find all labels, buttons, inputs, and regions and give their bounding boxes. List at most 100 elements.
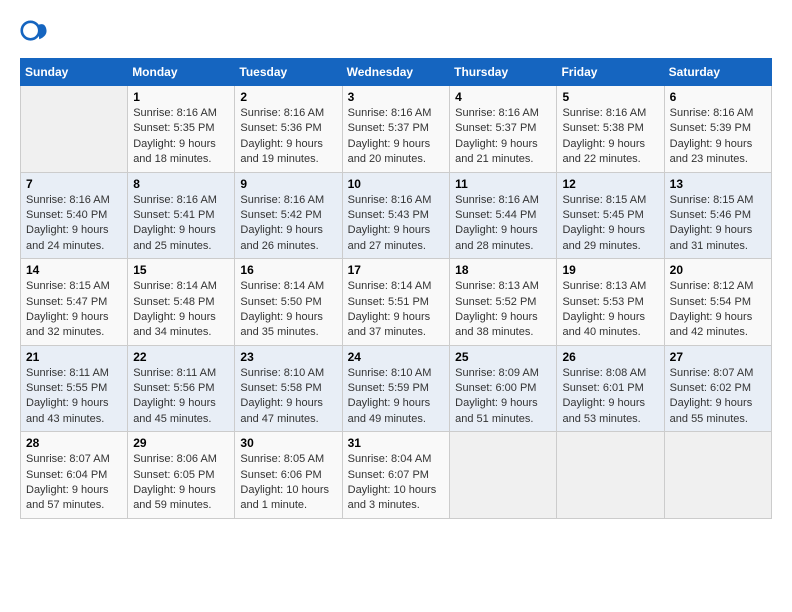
- calendar-cell: 19 Sunrise: 8:13 AMSunset: 5:53 PMDayligh…: [557, 259, 664, 346]
- weekday-header: Friday: [557, 59, 664, 86]
- day-info: Sunrise: 8:16 AMSunset: 5:38 PMDaylight:…: [562, 106, 658, 168]
- calendar-cell: 28 Sunrise: 8:07 AMSunset: 6:04 PMDayligh…: [21, 432, 128, 519]
- calendar-table: SundayMondayTuesdayWednesdayThursdayFrid…: [20, 58, 772, 519]
- day-info: Sunrise: 8:13 AMSunset: 5:52 PMDaylight:…: [455, 279, 551, 341]
- day-number: 9: [240, 177, 336, 191]
- weekday-header: Thursday: [450, 59, 557, 86]
- calendar-cell: 5 Sunrise: 8:16 AMSunset: 5:38 PMDaylight…: [557, 86, 664, 173]
- day-info: Sunrise: 8:11 AMSunset: 5:55 PMDaylight:…: [26, 366, 122, 428]
- weekday-header: Sunday: [21, 59, 128, 86]
- day-info: Sunrise: 8:16 AMSunset: 5:41 PMDaylight:…: [133, 193, 229, 255]
- day-info: Sunrise: 8:16 AMSunset: 5:37 PMDaylight:…: [348, 106, 445, 168]
- day-number: 31: [348, 436, 445, 450]
- day-number: 21: [26, 350, 122, 364]
- day-number: 28: [26, 436, 122, 450]
- day-info: Sunrise: 8:11 AMSunset: 5:56 PMDaylight:…: [133, 366, 229, 428]
- weekday-header: Saturday: [664, 59, 771, 86]
- logo-icon: [20, 20, 48, 48]
- day-number: 6: [670, 90, 766, 104]
- page-header: [20, 20, 772, 48]
- day-number: 29: [133, 436, 229, 450]
- day-number: 4: [455, 90, 551, 104]
- day-info: Sunrise: 8:14 AMSunset: 5:51 PMDaylight:…: [348, 279, 445, 341]
- calendar-body: 1Sunrise: 8:16 AMSunset: 5:35 PMDaylight…: [21, 86, 772, 519]
- day-number: 25: [455, 350, 551, 364]
- day-number: 24: [348, 350, 445, 364]
- calendar-cell: 11Sunrise: 8:16 AMSunset: 5:44 PMDayligh…: [450, 172, 557, 259]
- day-info: Sunrise: 8:09 AMSunset: 6:00 PMDaylight:…: [455, 366, 551, 428]
- day-number: 3: [348, 90, 445, 104]
- day-info: Sunrise: 8:16 AMSunset: 5:39 PMDaylight:…: [670, 106, 766, 168]
- day-info: Sunrise: 8:10 AMSunset: 5:59 PMDaylight:…: [348, 366, 445, 428]
- weekday-header: Monday: [128, 59, 235, 86]
- calendar-cell: 1Sunrise: 8:16 AMSunset: 5:35 PMDaylight…: [128, 86, 235, 173]
- day-number: 5: [562, 90, 658, 104]
- calendar-cell: 15 Sunrise: 8:14 AMSunset: 5:48 PMDayligh…: [128, 259, 235, 346]
- day-info: Sunrise: 8:16 AMSunset: 5:36 PMDaylight:…: [240, 106, 336, 168]
- calendar-week-row: 21 Sunrise: 8:11 AMSunset: 5:55 PMDayligh…: [21, 345, 772, 432]
- calendar-cell: 30Sunrise: 8:05 AMSunset: 6:06 PMDayligh…: [235, 432, 342, 519]
- day-info: Sunrise: 8:06 AMSunset: 6:05 PMDaylight:…: [133, 452, 229, 514]
- day-info: Sunrise: 8:15 AMSunset: 5:46 PMDaylight:…: [670, 193, 766, 255]
- day-number: 14: [26, 263, 122, 277]
- weekday-row: SundayMondayTuesdayWednesdayThursdayFrid…: [21, 59, 772, 86]
- calendar-cell: 2 Sunrise: 8:16 AMSunset: 5:36 PMDaylight…: [235, 86, 342, 173]
- day-info: Sunrise: 8:16 AMSunset: 5:37 PMDaylight:…: [455, 106, 551, 168]
- calendar-cell: 17 Sunrise: 8:14 AMSunset: 5:51 PMDayligh…: [342, 259, 450, 346]
- calendar-cell: [557, 432, 664, 519]
- weekday-header: Wednesday: [342, 59, 450, 86]
- day-info: Sunrise: 8:14 AMSunset: 5:48 PMDaylight:…: [133, 279, 229, 341]
- calendar-header: SundayMondayTuesdayWednesdayThursdayFrid…: [21, 59, 772, 86]
- calendar-week-row: 14 Sunrise: 8:15 AMSunset: 5:47 PMDayligh…: [21, 259, 772, 346]
- calendar-cell: 21 Sunrise: 8:11 AMSunset: 5:55 PMDayligh…: [21, 345, 128, 432]
- calendar-cell: [664, 432, 771, 519]
- calendar-cell: 7 Sunrise: 8:16 AMSunset: 5:40 PMDaylight…: [21, 172, 128, 259]
- day-number: 7: [26, 177, 122, 191]
- calendar-cell: 24 Sunrise: 8:10 AMSunset: 5:59 PMDayligh…: [342, 345, 450, 432]
- day-info: Sunrise: 8:16 AMSunset: 5:43 PMDaylight:…: [348, 193, 445, 255]
- calendar-cell: 20Sunrise: 8:12 AMSunset: 5:54 PMDayligh…: [664, 259, 771, 346]
- day-number: 19: [562, 263, 658, 277]
- day-number: 10: [348, 177, 445, 191]
- day-info: Sunrise: 8:15 AMSunset: 5:47 PMDaylight:…: [26, 279, 122, 341]
- day-number: 8: [133, 177, 229, 191]
- calendar-cell: 8 Sunrise: 8:16 AMSunset: 5:41 PMDaylight…: [128, 172, 235, 259]
- calendar-cell: 18 Sunrise: 8:13 AMSunset: 5:52 PMDayligh…: [450, 259, 557, 346]
- day-info: Sunrise: 8:15 AMSunset: 5:45 PMDaylight:…: [562, 193, 658, 255]
- day-number: 26: [562, 350, 658, 364]
- day-info: Sunrise: 8:04 AMSunset: 6:07 PMDaylight:…: [348, 452, 445, 514]
- day-info: Sunrise: 8:13 AMSunset: 5:53 PMDaylight:…: [562, 279, 658, 341]
- calendar-cell: 6 Sunrise: 8:16 AMSunset: 5:39 PMDaylight…: [664, 86, 771, 173]
- calendar-cell: 29 Sunrise: 8:06 AMSunset: 6:05 PMDayligh…: [128, 432, 235, 519]
- calendar-cell: 4 Sunrise: 8:16 AMSunset: 5:37 PMDaylight…: [450, 86, 557, 173]
- day-info: Sunrise: 8:12 AMSunset: 5:54 PMDaylight:…: [670, 279, 766, 341]
- day-number: 27: [670, 350, 766, 364]
- calendar-cell: 26 Sunrise: 8:08 AMSunset: 6:01 PMDayligh…: [557, 345, 664, 432]
- calendar-cell: 3 Sunrise: 8:16 AMSunset: 5:37 PMDaylight…: [342, 86, 450, 173]
- day-info: Sunrise: 8:07 AMSunset: 6:04 PMDaylight:…: [26, 452, 122, 514]
- day-info: Sunrise: 8:10 AMSunset: 5:58 PMDaylight:…: [240, 366, 336, 428]
- day-info: Sunrise: 8:05 AMSunset: 6:06 PMDaylight:…: [240, 452, 336, 514]
- calendar-week-row: 7 Sunrise: 8:16 AMSunset: 5:40 PMDaylight…: [21, 172, 772, 259]
- calendar-cell: 23Sunrise: 8:10 AMSunset: 5:58 PMDayligh…: [235, 345, 342, 432]
- calendar-cell: 10 Sunrise: 8:16 AMSunset: 5:43 PMDayligh…: [342, 172, 450, 259]
- day-number: 18: [455, 263, 551, 277]
- day-info: Sunrise: 8:16 AMSunset: 5:40 PMDaylight:…: [26, 193, 122, 255]
- day-number: 13: [670, 177, 766, 191]
- day-number: 15: [133, 263, 229, 277]
- day-info: Sunrise: 8:08 AMSunset: 6:01 PMDaylight:…: [562, 366, 658, 428]
- logo: [20, 20, 52, 48]
- calendar-cell: 16Sunrise: 8:14 AMSunset: 5:50 PMDayligh…: [235, 259, 342, 346]
- calendar-cell: 13 Sunrise: 8:15 AMSunset: 5:46 PMDayligh…: [664, 172, 771, 259]
- calendar-cell: 9Sunrise: 8:16 AMSunset: 5:42 PMDaylight…: [235, 172, 342, 259]
- day-number: 2: [240, 90, 336, 104]
- weekday-header: Tuesday: [235, 59, 342, 86]
- day-info: Sunrise: 8:16 AMSunset: 5:35 PMDaylight:…: [133, 106, 229, 168]
- calendar-cell: 12 Sunrise: 8:15 AMSunset: 5:45 PMDayligh…: [557, 172, 664, 259]
- day-number: 17: [348, 263, 445, 277]
- day-info: Sunrise: 8:14 AMSunset: 5:50 PMDaylight:…: [240, 279, 336, 341]
- day-number: 12: [562, 177, 658, 191]
- calendar-week-row: 1Sunrise: 8:16 AMSunset: 5:35 PMDaylight…: [21, 86, 772, 173]
- day-number: 11: [455, 177, 551, 191]
- day-number: 22: [133, 350, 229, 364]
